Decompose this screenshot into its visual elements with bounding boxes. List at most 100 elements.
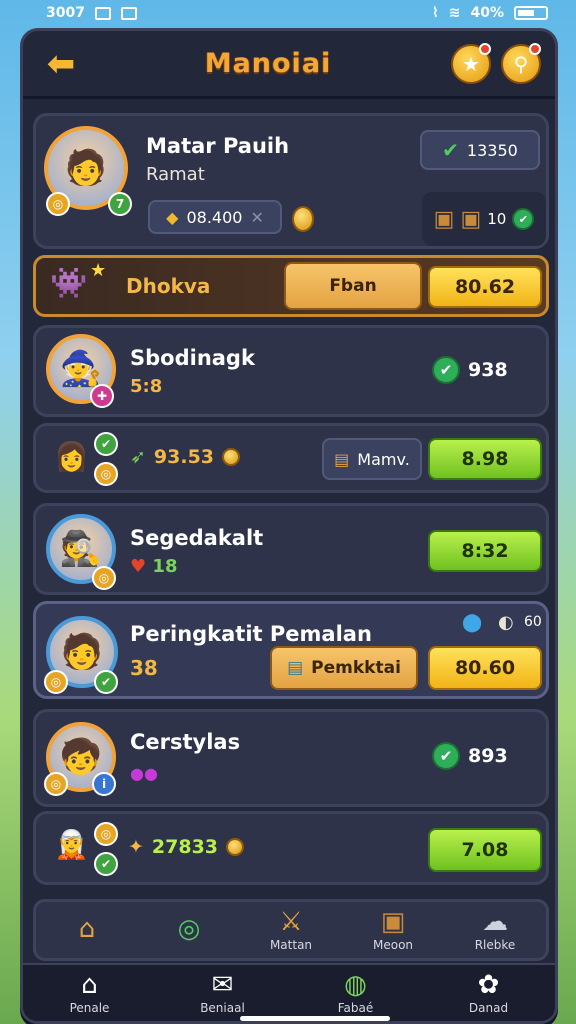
- reward-amount: ✦ 27833: [128, 836, 245, 858]
- status-bar: 3007 ⌇ ≋ 40%: [0, 0, 576, 26]
- search-button[interactable]: ⚲: [501, 42, 541, 84]
- gold-badge-icon: ◎: [46, 192, 70, 216]
- search-icon: ⚲: [513, 51, 529, 76]
- coin-icon: [292, 206, 314, 232]
- leaderboard-panel: ⬅ Manoiai ★ ⚲ 🧑 ◎ 7 Matar Pauih Ramat ✔ …: [20, 28, 558, 1024]
- coins-display[interactable]: ◆ 08.400 ✕: [148, 200, 282, 234]
- chest-icon: ▣: [380, 907, 406, 937]
- tab-battle[interactable]: ⚔ Mattan: [241, 908, 341, 952]
- close-icon: ✕: [250, 207, 264, 227]
- tab-label: Mattan: [269, 938, 313, 952]
- map-label: Mamv.: [357, 449, 410, 469]
- map-button[interactable]: ▤ Mamv.: [322, 438, 422, 480]
- wifi-icon: ≋: [448, 5, 461, 21]
- app-icon: [120, 6, 137, 20]
- player-name: Matar Pauih: [146, 134, 290, 158]
- coin-icon: [222, 448, 241, 466]
- tab-home[interactable]: ⌂: [37, 915, 137, 945]
- check-circle-icon: ✔: [512, 208, 535, 230]
- nav-label: Beniaal: [200, 1001, 245, 1015]
- reward-value: 27833: [151, 836, 219, 858]
- mail-icon: ✉: [211, 970, 234, 1000]
- nav-mail[interactable]: ✉ Beniaal: [173, 971, 273, 1015]
- home-indicator[interactable]: [240, 1016, 390, 1021]
- check-circle-icon: ✔: [432, 356, 460, 384]
- signal-icon: ⌇: [431, 5, 439, 21]
- profile-card[interactable]: 🧑 ◎ 7 Matar Pauih Ramat ✔ 13350 ◆ 08.400…: [33, 113, 549, 249]
- navigation-bar: ⌂ Penale ✉ Beniaal ◍ Fabaé ✿ Danad: [23, 963, 555, 1021]
- reward-row[interactable]: 🧝 ◎ ✔ ✦ 27833 7.08: [33, 811, 549, 885]
- avatar: 👩: [54, 440, 89, 473]
- claim-button[interactable]: 8.98: [428, 438, 542, 480]
- flower-icon: ✿: [477, 970, 500, 1000]
- back-arrow-icon[interactable]: ⬅: [37, 44, 85, 84]
- nav-label: Danad: [468, 1001, 509, 1015]
- info-badge-icon: i: [92, 772, 116, 796]
- leaderboard-row[interactable]: 🕵 ◎ Segedakalt ♥ 18 8:32: [33, 503, 549, 595]
- player-level: ♥ 18: [130, 556, 177, 577]
- ranking-button[interactable]: ▤ Pemkktai: [270, 646, 418, 690]
- notification-dot: [479, 42, 491, 55]
- player-name: Segedakalt: [130, 526, 264, 550]
- sword-icon: ➶: [130, 446, 146, 468]
- leaderboard-row[interactable]: 🧙 ✚ Sbodinagk 5:8 ✔ 938: [33, 325, 549, 417]
- player-level: 5:8: [130, 376, 163, 397]
- banner-button[interactable]: Fban: [284, 262, 422, 310]
- gem-icons: ●●: [130, 764, 158, 783]
- check-badge-icon: ✔: [94, 852, 118, 876]
- score-button[interactable]: 8:32: [428, 530, 542, 572]
- leaderboard-row[interactable]: 🧒 ◎ i Cerstylas ●● ✔ 893: [33, 709, 549, 807]
- leaderboard-row[interactable]: 🧑 ◎ ✔ Peringkatit Pemalan 38 ⬤ ◐ 60 ▤ Pe…: [33, 601, 549, 699]
- header: ⬅ Manoiai ★ ⚲: [23, 31, 555, 99]
- star-button[interactable]: ★: [451, 42, 491, 84]
- tab-quests[interactable]: ◎: [139, 915, 239, 945]
- notification-dot: [529, 42, 541, 55]
- level-value: 18: [152, 556, 178, 577]
- extra-value: 60: [524, 614, 542, 630]
- shield-icon: ◐: [498, 612, 514, 633]
- nav-home[interactable]: ⌂ Penale: [40, 971, 140, 1015]
- chat-icon: ☁: [482, 907, 508, 937]
- coin-badge-icon: ◎: [94, 822, 118, 846]
- coin-badge-icon: ◎: [44, 670, 68, 694]
- tab-shop[interactable]: ▣ Meoon: [343, 908, 443, 952]
- house-icon: ⌂: [78, 914, 96, 944]
- home-icon: ⌂: [81, 970, 98, 1000]
- tab-chat[interactable]: ☁ Rlebke: [445, 908, 545, 952]
- star-icon: ★: [90, 260, 107, 281]
- points-display[interactable]: ✔ 13350: [420, 130, 540, 170]
- avatar: 🧝: [54, 828, 89, 861]
- nav-settings[interactable]: ✿ Danad: [439, 971, 539, 1015]
- chest-count: 10: [487, 210, 507, 228]
- book-icon: ▤: [287, 658, 304, 678]
- reward-row[interactable]: 👩 ✔ ◎ ➶ 93.53 ▤ Mamv. 8.98: [33, 423, 549, 493]
- nav-label: Fabaé: [337, 1001, 374, 1015]
- sword-icon: ✦: [128, 836, 144, 858]
- chest-icon: ▣: [433, 206, 455, 232]
- claim-button[interactable]: 7.08: [428, 828, 542, 872]
- nav-world[interactable]: ◍ Fabaé: [306, 971, 406, 1015]
- coin-badge-icon: ◎: [44, 772, 68, 796]
- score-value: 893: [468, 745, 508, 767]
- check-circle-icon: ✔: [432, 742, 460, 770]
- player-score: ✔ 938: [432, 356, 508, 384]
- heart-icon: ♥: [130, 556, 147, 577]
- player-name: Sbodinagk: [130, 346, 255, 370]
- tab-label: Rlebke: [474, 938, 516, 952]
- banner-row[interactable]: 👾 ★ Dhokva Fban 80.62: [33, 255, 549, 317]
- page-title: Manoiai: [204, 48, 332, 79]
- banner-value-button[interactable]: 80.62: [428, 266, 542, 308]
- sword-icon: ⚔: [279, 907, 303, 937]
- check-circle-icon: ◎: [177, 914, 201, 944]
- value-button[interactable]: 80.60: [428, 646, 542, 690]
- score-value: 938: [468, 359, 508, 381]
- player-name: Peringkatit Pemalan: [130, 622, 372, 646]
- check-icon: ✔: [442, 138, 459, 162]
- chest-panel[interactable]: ▣ ▣ 10 ✔: [422, 192, 546, 246]
- battery-icon: [514, 6, 548, 20]
- player-subtitle: Ramat: [146, 164, 205, 185]
- star-icon: ★: [462, 51, 480, 76]
- check-badge-icon: ✔: [94, 670, 118, 694]
- coin-badge-icon: ◎: [94, 462, 118, 486]
- reward-value: 93.53: [153, 446, 215, 468]
